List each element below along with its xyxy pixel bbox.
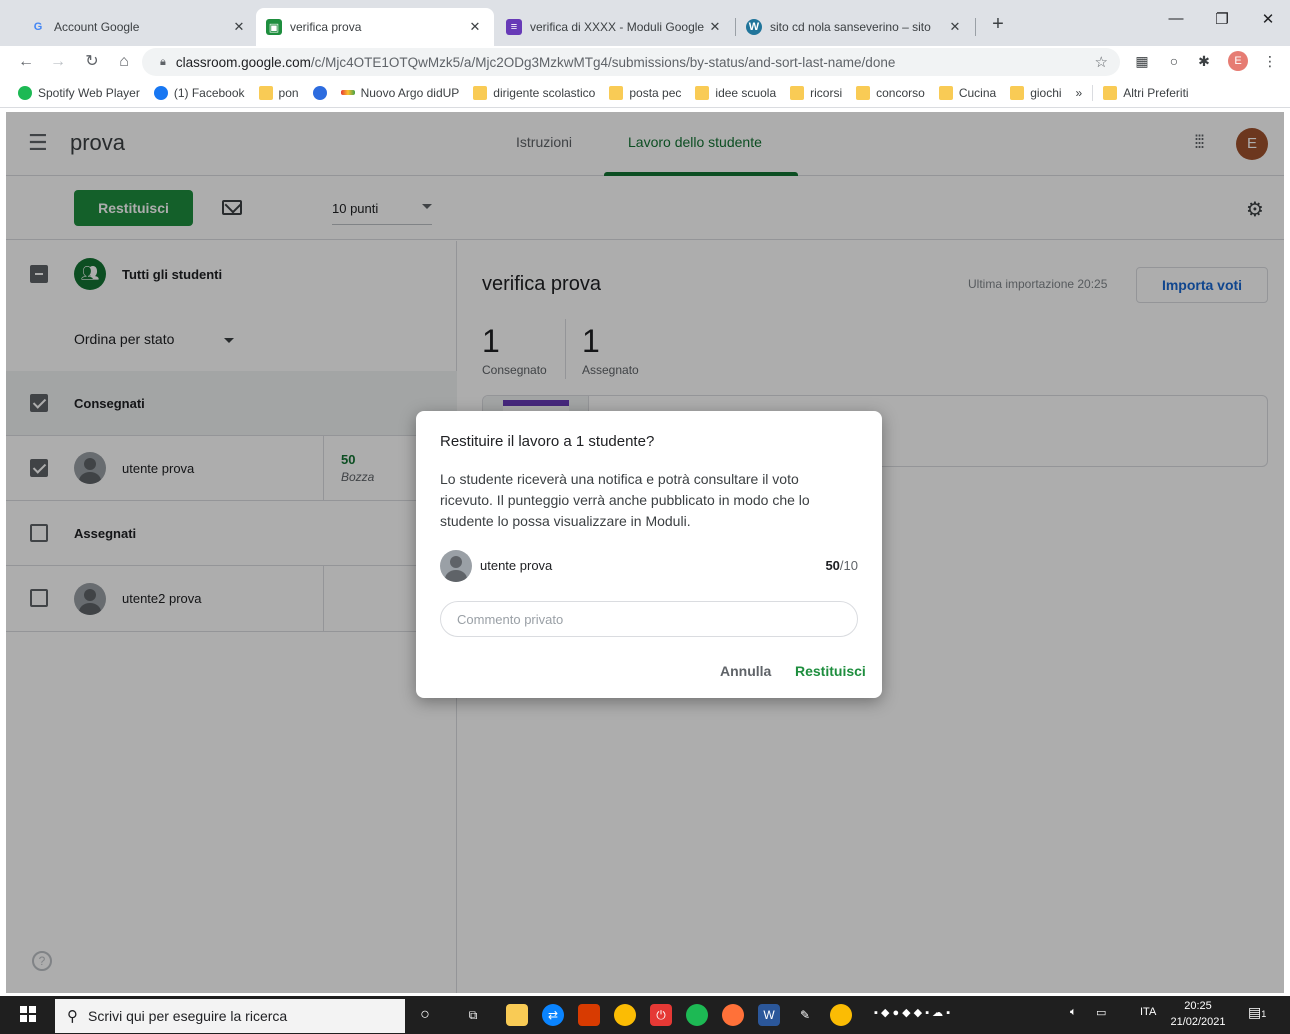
file-explorer-icon[interactable] [506,1004,528,1026]
search-icon: ⚲ [67,1008,78,1025]
folder-icon [258,85,273,100]
folder-icon [938,85,953,100]
task-view-icon[interactable]: ⧉ [462,1004,484,1026]
taskbar-search-box[interactable]: ⚲ Scrivi qui per eseguire la ricerca [55,999,405,1033]
close-icon[interactable]: ✕ [706,19,724,35]
classroom-icon: ▣ [266,19,282,35]
bookmark-spotify[interactable]: Spotify Web Player [18,85,140,100]
extension-grid-icon[interactable]: ▦ [1132,51,1152,71]
teamviewer-icon[interactable]: ⇄ [542,1004,564,1026]
return-work-dialog: Restituire il lavoro a 1 studente? Lo st… [416,411,882,698]
paint-icon[interactable]: ✎ [794,1004,816,1026]
chrome-icon[interactable] [830,1004,852,1026]
forward-icon[interactable]: → [46,50,70,74]
bookmarks-bar: Spotify Web Player (1) Facebook pon Nuov… [0,78,1290,108]
spotify-icon [18,85,32,100]
close-icon[interactable]: ✕ [230,19,248,35]
tray-icons[interactable]: ▪ ◆ ● ◆ ◆ ▪ ☁ ▪ [874,1006,950,1019]
cortana-icon[interactable]: ○ [414,1004,436,1026]
profile-avatar[interactable]: E [1228,51,1248,71]
chrome-menu-icon[interactable]: ⋮ [1260,51,1280,71]
windows-start-icon[interactable] [20,1006,36,1022]
folder-icon [1103,85,1118,100]
more-bookmarks-chevron-icon[interactable]: » [1076,86,1083,100]
tab-verifica-prova[interactable]: ▣ verifica prova ✕ [256,8,494,46]
bookmark-dirigente[interactable]: dirigente scolastico [473,85,595,100]
facebook-icon [153,85,168,100]
minimize-icon[interactable]: — [1156,10,1196,27]
system-clock[interactable]: 20:25 21/02/2021 [1168,998,1228,1030]
bookmark-giochi[interactable]: giochi [1010,85,1062,100]
network-icon[interactable]: ▭ [1096,1006,1106,1019]
bookmark-altri-preferiti[interactable]: Altri Preferiti [1103,85,1189,100]
folder-icon [790,85,805,100]
home-icon[interactable]: ⌂ [112,50,136,74]
bookmark-pon[interactable]: pon [258,85,299,100]
chrome-icon[interactable] [614,1004,636,1026]
window-close-icon[interactable]: ✕ [1248,10,1288,28]
bookmark-ricorsi[interactable]: ricorsi [790,85,842,100]
close-icon[interactable]: ✕ [946,19,964,35]
tab-wordpress-site[interactable]: W sito cd nola sanseverino – sito ✕ [736,8,974,46]
bookmark-concorso[interactable]: concorso [856,85,925,100]
cloud-icon [312,85,327,100]
windows-taskbar: ⚲ Scrivi qui per eseguire la ricerca ○ ⧉… [0,996,1290,1034]
address-bar-row: ← → ↻ ⌂ 🔒︎ classroom.google.com/c/Mjc4OT… [0,46,1290,78]
restore-icon[interactable]: ❐ [1202,10,1242,28]
bookmark-idee-scuola[interactable]: idee scuola [695,85,776,100]
folder-icon [856,85,871,100]
language-indicator[interactable]: ITA [1140,1006,1156,1018]
bookmark-posta-pec[interactable]: posta pec [609,85,681,100]
bookmark-star-icon[interactable]: ☆ [1095,53,1108,71]
notification-center-icon[interactable]: ▤1 [1248,1004,1266,1021]
dialog-grade: 50/10 [825,558,858,573]
google-g-icon: G [33,21,43,33]
bookmark-cucina[interactable]: Cucina [938,85,996,100]
back-icon[interactable]: ← [14,50,38,74]
volume-icon[interactable]: 🔈︎ [1070,1006,1077,1019]
folder-icon [473,85,488,100]
firefox-icon[interactable] [722,1004,744,1026]
forms-icon: ≡ [506,19,522,35]
new-tab-button[interactable]: + [986,12,1010,36]
dialog-title: Restituire il lavoro a 1 studente? [440,433,655,450]
word-icon[interactable]: W [758,1004,780,1026]
browser-tab-strip: G Account Google ✕ ▣ verifica prova ✕ ≡ … [0,0,1290,46]
wordpress-icon: W [746,19,762,35]
url-field[interactable]: 🔒︎ classroom.google.com/c/Mjc4OTE1OTQwMz… [142,48,1120,76]
bookmark-cloud[interactable] [312,85,333,100]
private-comment-input[interactable] [440,601,858,637]
close-icon[interactable]: ✕ [466,19,484,35]
extensions-puzzle-icon[interactable]: ✱ [1194,51,1214,71]
bookmark-facebook[interactable]: (1) Facebook [153,85,245,100]
folder-icon [1010,85,1025,100]
cancel-button[interactable]: Annulla [720,663,771,679]
tab-account-google[interactable]: G Account Google ✕ [20,8,258,46]
dialog-message: Lo studente riceverà una notifica e potr… [440,471,810,529]
extension-circle-icon[interactable]: ○ [1164,51,1184,71]
bookmark-separator [1092,84,1094,101]
confirm-return-button[interactable]: Restituisci [795,663,866,679]
avatar [440,550,472,582]
power-app-icon[interactable]: ⏻ [650,1004,672,1026]
bookmark-argo[interactable]: Nuovo Argo didUP [340,86,459,100]
store-icon[interactable] [578,1004,600,1026]
tab-separator [975,18,976,36]
spotify-icon[interactable] [686,1004,708,1026]
lock-icon: 🔒︎ [160,55,166,68]
folder-icon [695,85,710,100]
tab-moduli-google[interactable]: ≡ verifica di XXXX - Moduli Google ✕ [496,8,734,46]
argo-icon [340,90,355,95]
dialog-student-name: utente prova [480,558,553,573]
folder-icon [609,85,624,100]
reload-icon[interactable]: ↻ [80,50,104,74]
